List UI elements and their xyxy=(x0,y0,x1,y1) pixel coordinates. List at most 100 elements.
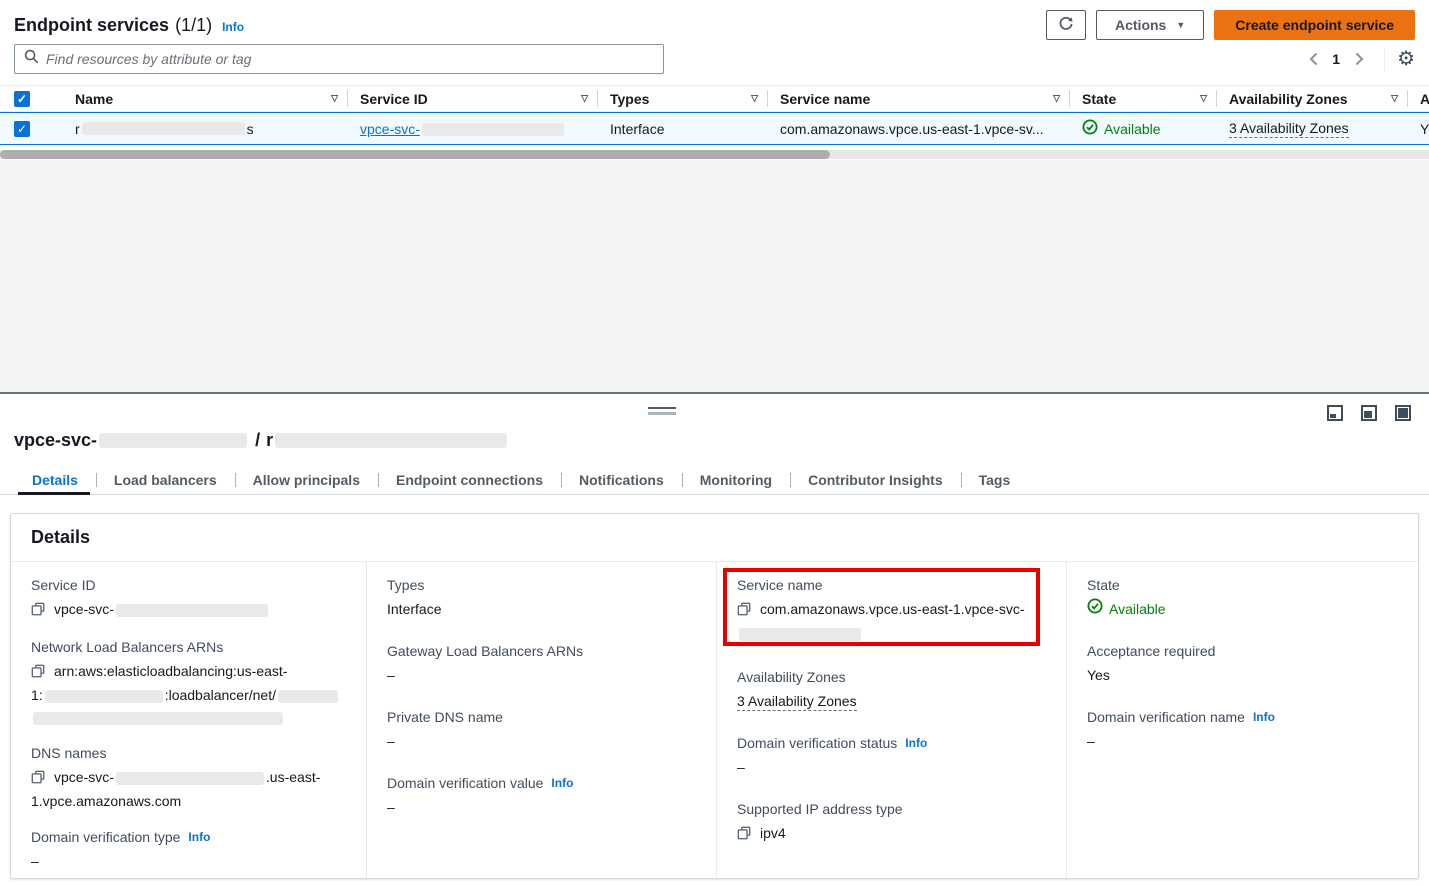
filter-icon[interactable]: ▽ xyxy=(751,93,758,104)
page-count: (1/1) xyxy=(175,15,212,36)
tab-contributor-insights[interactable]: Contributor Insights xyxy=(790,466,961,494)
horizontal-scrollbar[interactable] xyxy=(0,150,1429,159)
row-service-id-cell: vpce-svc- xyxy=(348,121,598,137)
redacted-text xyxy=(422,123,564,136)
toolbar-row: 1 ⚙ xyxy=(0,44,1429,74)
table-row[interactable]: ✓ rs vpce-svc- Interface com.amazonaws.v… xyxy=(0,112,1429,145)
availability-zones-popover-link[interactable]: 3 Availability Zones xyxy=(737,693,857,711)
info-link[interactable]: Info xyxy=(188,828,210,847)
gear-icon[interactable]: ⚙ xyxy=(1397,49,1415,69)
info-link[interactable]: Info xyxy=(905,734,927,753)
details-column-1: Service ID vpce-svc- Network Load Balanc… xyxy=(11,562,367,878)
info-link[interactable]: Info xyxy=(551,774,573,793)
redacted-text xyxy=(278,690,338,703)
actions-button[interactable]: Actions ▼ xyxy=(1096,10,1204,40)
field-nlb-arns: Network Load Balancers ARNs arn:aws:elas… xyxy=(31,638,346,728)
column-header-name[interactable]: Name ▽ xyxy=(48,86,348,111)
tab-allow-principals[interactable]: Allow principals xyxy=(235,466,378,494)
field-types: Types Interface xyxy=(387,576,696,620)
check-circle-icon xyxy=(1082,119,1098,138)
filter-icon[interactable]: ▽ xyxy=(1200,93,1207,104)
scrollbar-thumb[interactable] xyxy=(0,150,830,159)
panel-size-large-icon[interactable] xyxy=(1395,405,1411,421)
check-circle-icon xyxy=(1087,598,1103,620)
field-private-dns-name: Private DNS name – xyxy=(387,708,696,752)
row-acceptance-cell: Y xyxy=(1408,121,1429,137)
refresh-button[interactable] xyxy=(1046,10,1086,40)
redacted-text xyxy=(82,122,245,135)
field-service-name: Service name com.amazonaws.vpce.us-east-… xyxy=(737,576,1046,644)
create-endpoint-service-button[interactable]: Create endpoint service xyxy=(1214,10,1415,40)
tab-details[interactable]: Details xyxy=(14,466,96,494)
title-separator: / xyxy=(255,430,260,451)
filter-icon[interactable]: ▽ xyxy=(581,93,588,104)
field-state: State Available xyxy=(1087,576,1398,620)
column-header-types[interactable]: Types ▽ xyxy=(598,86,768,111)
field-acceptance-required: Acceptance required Yes xyxy=(1087,642,1398,686)
row-state-cell: Available xyxy=(1070,119,1217,138)
field-supported-ip-type: Supported IP address type ipv4 xyxy=(737,800,1046,846)
panel-layout-controls xyxy=(1327,405,1411,421)
availability-zones-popover-link[interactable]: 3 Availability Zones xyxy=(1229,120,1349,138)
field-service-id: Service ID vpce-svc- xyxy=(31,576,346,622)
row-availability-zones-cell: 3 Availability Zones xyxy=(1217,120,1408,138)
redacted-text xyxy=(45,690,163,703)
copy-icon[interactable] xyxy=(31,600,45,622)
header-buttons: Actions ▼ Create endpoint service xyxy=(1046,10,1415,40)
details-column-4: State Available Acceptance required Yes … xyxy=(1067,562,1418,878)
column-header-state[interactable]: State ▽ xyxy=(1070,86,1217,111)
filter-icon[interactable]: ▽ xyxy=(1391,93,1398,104)
details-card-heading: Details xyxy=(11,514,1418,562)
pagination-divider xyxy=(1384,47,1385,71)
redacted-text xyxy=(116,772,264,785)
service-id-link[interactable]: vpce-svc- xyxy=(360,121,566,137)
detail-split-panel: vpce-svc- / r Details Load balancers All… xyxy=(0,392,1429,886)
info-link[interactable]: Info xyxy=(1253,708,1275,727)
panel-size-medium-icon[interactable] xyxy=(1361,405,1377,421)
header-info-link[interactable]: Info xyxy=(222,20,244,34)
panel-size-small-icon[interactable] xyxy=(1327,405,1343,421)
filter-icon[interactable]: ▽ xyxy=(331,93,338,104)
row-service-name-cell: com.amazonaws.vpce.us-east-1.vpce-sv... xyxy=(768,121,1070,137)
field-availability-zones: Availability Zones 3 Availability Zones xyxy=(737,668,1046,712)
column-header-availability-zones[interactable]: Availability Zones ▽ xyxy=(1217,86,1408,111)
endpoint-services-section: Endpoint services (1/1) Info Actions ▼ C… xyxy=(0,0,1429,160)
row-checkbox[interactable]: ✓ xyxy=(14,121,30,137)
copy-icon[interactable] xyxy=(31,662,45,684)
redacted-text xyxy=(33,712,283,725)
search-box[interactable] xyxy=(14,44,664,74)
page-title: Endpoint services xyxy=(14,15,169,36)
previous-page-icon[interactable] xyxy=(1302,48,1324,70)
current-page-number[interactable]: 1 xyxy=(1324,51,1348,67)
copy-icon[interactable] xyxy=(737,824,751,846)
column-header-service-id[interactable]: Service ID ▽ xyxy=(348,86,598,111)
panel-resize-handle[interactable] xyxy=(648,407,676,415)
next-page-icon[interactable] xyxy=(1348,48,1370,70)
field-domain-verification-status: Domain verification status Info – xyxy=(737,734,1046,778)
copy-icon[interactable] xyxy=(31,768,45,790)
tab-load-balancers[interactable]: Load balancers xyxy=(96,466,235,494)
filter-icon[interactable]: ▽ xyxy=(1053,93,1060,104)
panel-tabs: Details Load balancers Allow principals … xyxy=(0,466,1429,495)
select-all-checkbox[interactable]: ✓ xyxy=(14,91,30,107)
tab-monitoring[interactable]: Monitoring xyxy=(682,466,790,494)
row-types-cell: Interface xyxy=(598,121,768,137)
tab-notifications[interactable]: Notifications xyxy=(561,466,682,494)
panel-title: vpce-svc- / r xyxy=(14,430,509,451)
search-icon xyxy=(24,49,39,69)
search-input[interactable] xyxy=(46,51,654,67)
redacted-text xyxy=(116,604,268,617)
tab-endpoint-connections[interactable]: Endpoint connections xyxy=(378,466,561,494)
tab-tags[interactable]: Tags xyxy=(961,466,1029,494)
copy-icon[interactable] xyxy=(737,600,751,622)
refresh-icon xyxy=(1058,16,1074,35)
field-domain-verification-value: Domain verification value Info – xyxy=(387,774,696,818)
details-column-3: Service name com.amazonaws.vpce.us-east-… xyxy=(717,562,1067,878)
column-header-service-name[interactable]: Service name ▽ xyxy=(768,86,1070,111)
field-dns-names: DNS names vpce-svc-.us-east- 1.vpce.amaz… xyxy=(31,744,346,812)
field-domain-verification-type: Domain verification type Info – xyxy=(31,828,346,872)
pagination: 1 ⚙ xyxy=(1302,47,1415,71)
column-header-acceptance-partial[interactable]: A xyxy=(1408,86,1429,111)
actions-label: Actions xyxy=(1115,17,1166,33)
title-group: Endpoint services (1/1) Info xyxy=(14,15,244,36)
